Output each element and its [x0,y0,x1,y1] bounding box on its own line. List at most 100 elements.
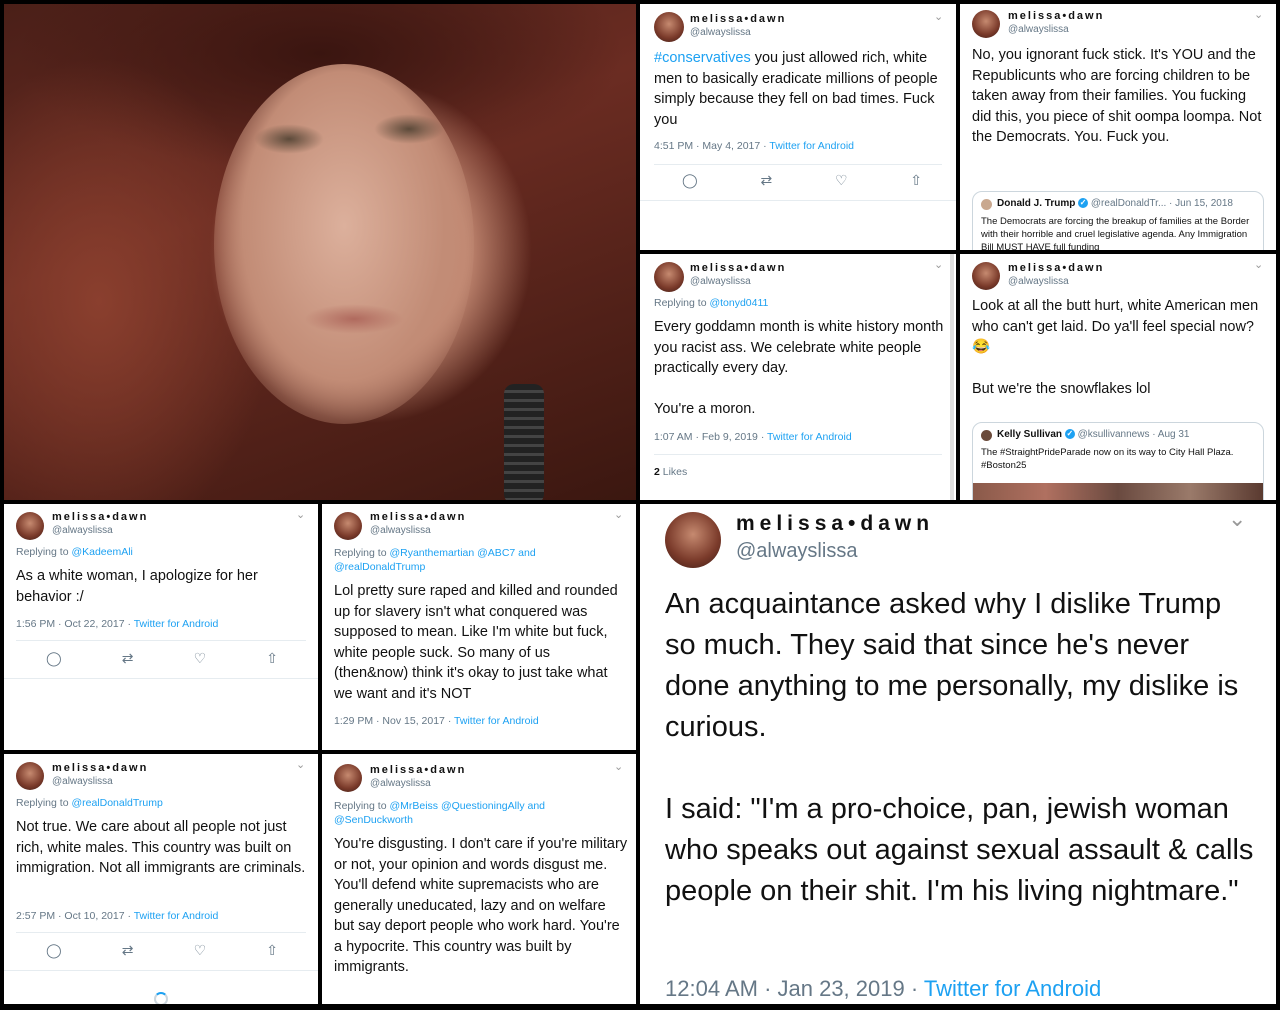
chevron-down-icon[interactable]: ⌄ [296,758,305,771]
chevron-down-icon[interactable]: ⌄ [1254,8,1263,21]
avatar[interactable] [16,762,44,790]
tweet-text-2: But we're the snowflakes lol [972,381,1151,397]
reply-icon[interactable]: ◯ [46,650,62,667]
avatar[interactable] [972,262,1000,290]
verified-icon: ✓ [1078,198,1089,209]
tweet-text: Not true. We care about all people not j… [16,819,306,876]
tweet-text-2: I said: "I'm a pro-choice, pan, jewish w… [665,793,1254,907]
like-icon[interactable]: ♡ [194,942,207,959]
reply-context: Replying to @realDonaldTrump [16,797,163,809]
divider [640,200,956,201]
quoted-header: Donald J. Trump ✓ @realDonaldTr... · Jun… [997,198,1233,209]
handle[interactable]: @alwayslissa [690,27,751,38]
reply-context: Replying to @MrBeiss @QuestioningAlly an… [334,800,545,826]
tweet-panel-apologize: melissa•dawn @alwayslissa ⌄ Replying to … [4,504,318,750]
likes-count[interactable]: 2 Likes [654,466,687,478]
mouth [304,304,404,334]
quoted-tweet[interactable]: Donald J. Trump ✓ @realDonaldTr... · Jun… [972,191,1264,250]
avatar[interactable] [334,764,362,792]
display-name[interactable]: melissa•dawn [690,262,786,274]
retweet-icon[interactable]: ⇄ [122,650,134,667]
tweet-panel-slavery: melissa•dawn @alwayslissa ⌄ Replying to … [322,504,636,750]
verified-icon: ✓ [1064,429,1075,440]
avatar[interactable] [665,512,721,568]
avatar[interactable] [16,512,44,540]
tweet-panel-white-history: melissa•dawn @alwayslissa ⌄ Replying to … [640,254,956,500]
chevron-down-icon[interactable]: ⌄ [934,258,943,271]
tweet-text: No, you ignorant fuck stick. It's YOU an… [972,47,1262,145]
chevron-down-icon[interactable]: ⌄ [614,760,623,773]
display-name[interactable]: melissa•dawn [52,511,148,523]
chevron-down-icon[interactable]: ⌄ [296,508,305,521]
tweet-text: An acquaintance asked why I dislike Trum… [665,588,1239,743]
quoted-tweet[interactable]: Kelly Sullivan ✓ @ksullivannews · Aug 31… [972,422,1264,500]
reply-icon[interactable]: ◯ [46,942,62,959]
handle[interactable]: @alwayslissa [1008,24,1069,35]
quoted-image[interactable] [973,483,1263,500]
share-icon[interactable]: ⇧ [910,172,922,189]
tweet-text: Every goddamn month is white history mon… [654,319,944,376]
tweet-text-2: You're a moron. [654,401,756,417]
handle[interactable]: @alwayslissa [370,778,431,789]
display-name[interactable]: melissa•dawn [370,764,466,776]
tweet-panel-republicunts: melissa•dawn @alwayslissa ⌄ No, you igno… [960,4,1276,250]
handle[interactable]: @alwayslissa [52,525,113,536]
avatar[interactable] [654,12,684,42]
tweet-text: Look at all the butt hurt, white America… [972,298,1259,355]
action-bar: ◯ ⇄ ♡ ⇧ [682,172,922,189]
loading-spinner-icon [154,992,168,1004]
retweet-icon[interactable]: ⇄ [760,172,772,189]
quoted-avatar [981,430,992,441]
reply-icon[interactable]: ◯ [682,172,698,189]
handle[interactable]: @alwayslissa [370,525,431,536]
avatar[interactable] [654,262,684,292]
selfie-photo [4,4,636,500]
action-bar: ◯ ⇄ ♡ ⇧ [46,650,278,667]
divider [16,640,306,641]
tweet-panel-nightmare: melissa•dawn @alwayslissa ⌄ An acquainta… [640,504,1276,1004]
avatar[interactable] [334,512,362,540]
display-name[interactable]: melissa•dawn [690,13,786,25]
like-icon[interactable]: ♡ [835,172,848,189]
display-name[interactable]: melissa•dawn [52,762,148,774]
quoted-avatar [981,199,992,210]
chevron-down-icon[interactable]: ⌄ [1228,506,1246,532]
chevron-down-icon[interactable]: ⌄ [1254,258,1263,271]
tweet-text: #conservatives you just allowed rich, wh… [654,50,938,128]
handle[interactable]: @alwayslissa [736,540,857,563]
handle[interactable]: @alwayslissa [1008,276,1069,287]
tweet-meta: 1:07 AM · Feb 9, 2019 · Twitter for Andr… [654,431,852,443]
display-name[interactable]: melissa•dawn [370,511,466,523]
quoted-text: The #StraightPrideParade now on its way … [981,447,1234,471]
tweet-text: You're disgusting. I don't care if you'r… [334,836,628,975]
chevron-down-icon[interactable]: ⌄ [614,508,623,521]
display-name[interactable]: melissa•dawn [1008,10,1104,22]
share-icon[interactable]: ⇧ [266,942,278,959]
share-icon[interactable]: ⇧ [266,650,278,667]
divider [654,454,942,455]
tweet-meta: 1:56 PM · Oct 22, 2017 · Twitter for And… [16,618,219,630]
display-name[interactable]: melissa•dawn [736,512,934,536]
left-eye [254,124,324,154]
right-eye [374,114,444,144]
retweet-icon[interactable]: ⇄ [122,942,134,959]
tweet-panel-conservatives: melissa•dawn @alwayslissa ⌄ #conservativ… [640,4,956,250]
avatar[interactable] [972,10,1000,38]
necklace [504,384,544,500]
reply-context: Replying to @KadeemAli [16,546,133,558]
chevron-down-icon[interactable]: ⌄ [934,10,943,23]
quoted-header: Kelly Sullivan ✓ @ksullivannews · Aug 31 [997,429,1190,440]
like-icon[interactable]: ♡ [194,650,207,667]
scrollbar[interactable] [950,254,954,500]
divider [4,970,318,971]
tweet-panel-butt-hurt: melissa•dawn @alwayslissa ⌄ Look at all … [960,254,1276,500]
handle[interactable]: @alwayslissa [52,776,113,787]
tweet-panel-disgusting: melissa•dawn @alwayslissa ⌄ Replying to … [322,754,636,1004]
handle[interactable]: @alwayslissa [690,276,751,287]
tweet-meta: 1:29 PM · Nov 15, 2017 · Twitter for And… [334,715,539,727]
display-name[interactable]: melissa•dawn [1008,262,1104,274]
divider [16,932,306,933]
hashtag-link[interactable]: #conservatives [654,50,751,66]
tweet-panel-immigration: melissa•dawn @alwayslissa ⌄ Replying to … [4,754,318,1004]
tweet-text: Lol pretty sure raped and killed and rou… [334,583,618,702]
